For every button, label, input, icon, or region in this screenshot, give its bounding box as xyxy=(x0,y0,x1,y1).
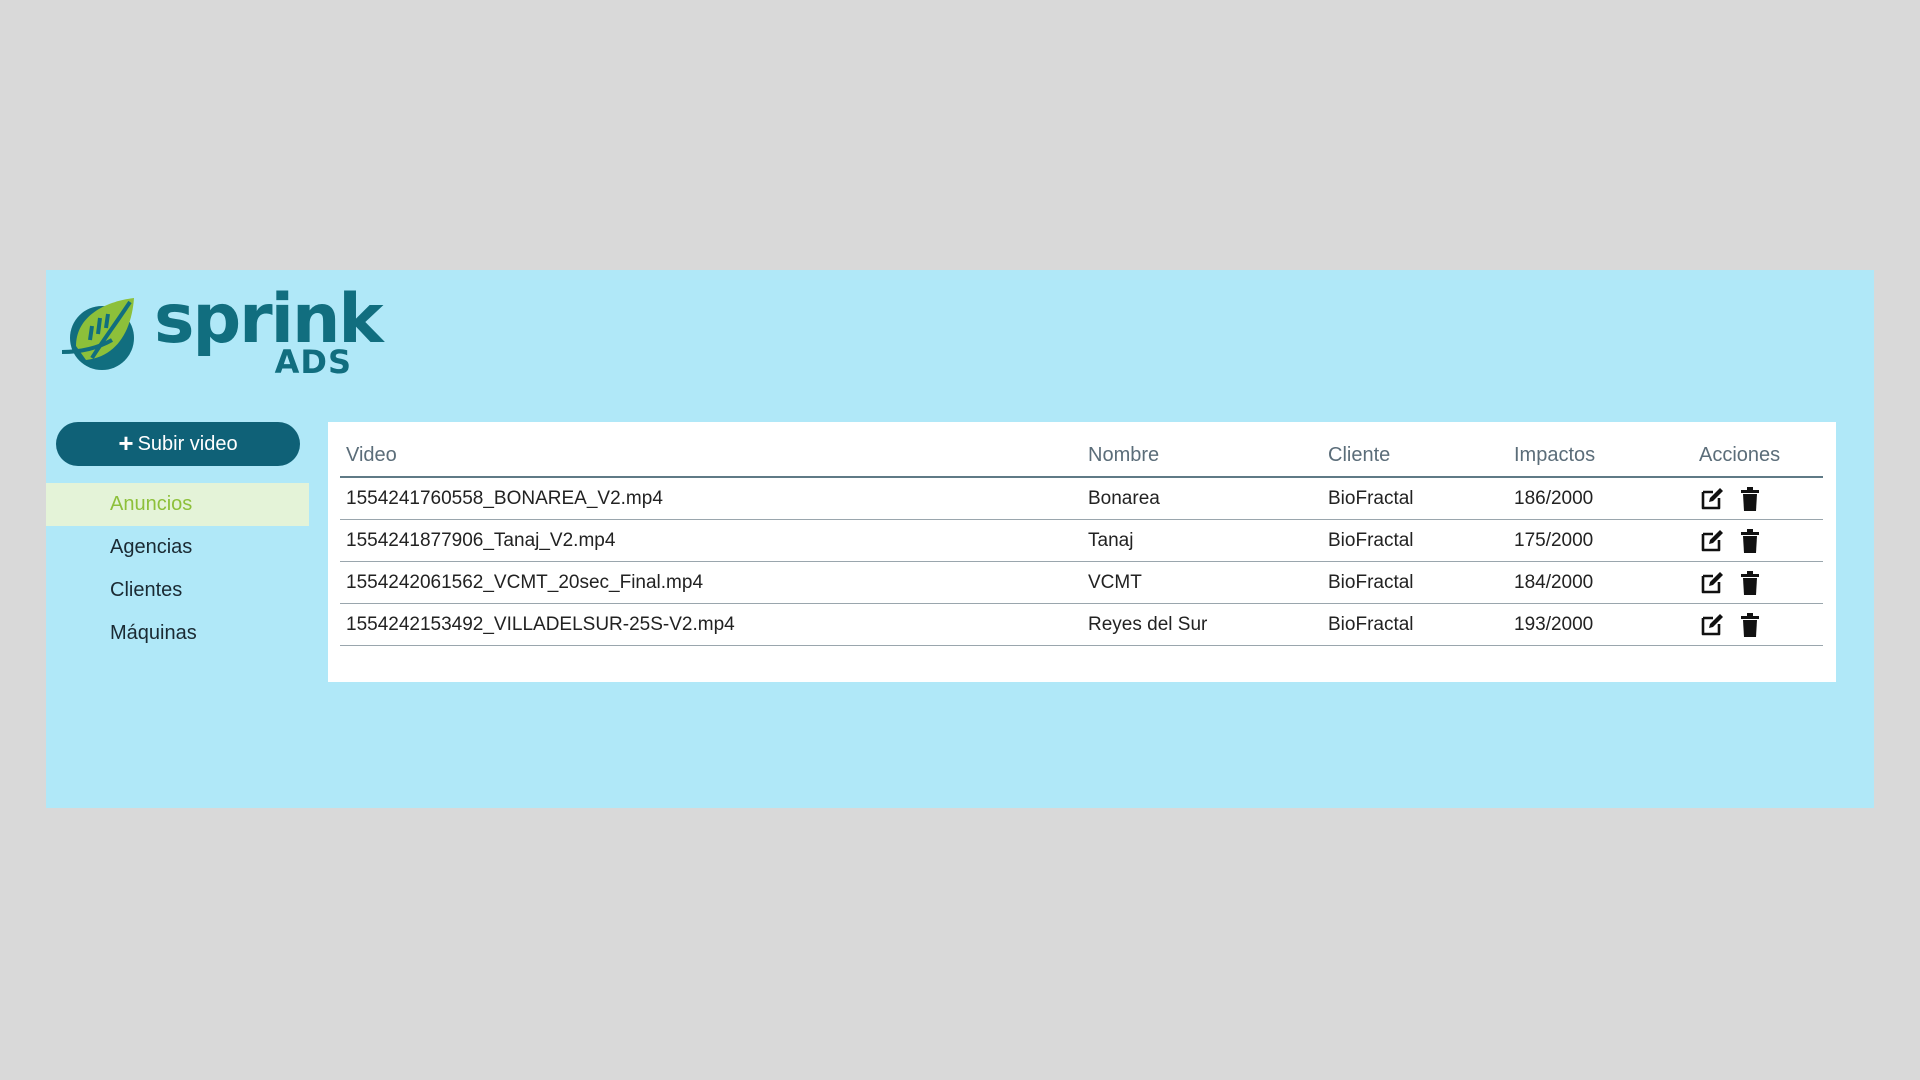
table-row: 1554242153492_VILLADELSUR-25S-V2.mp4 Rey… xyxy=(340,603,1823,646)
cell-nombre: Tanaj xyxy=(1082,519,1322,562)
edit-icon[interactable] xyxy=(1699,612,1725,638)
trash-icon[interactable] xyxy=(1737,612,1763,638)
cell-impactos: 193/2000 xyxy=(1508,603,1693,646)
cell-nombre: VCMT xyxy=(1082,561,1322,604)
ads-panel: Video Nombre Cliente Impactos Acciones 1… xyxy=(328,422,1836,682)
plus-icon: + xyxy=(118,428,134,458)
edit-icon[interactable] xyxy=(1699,570,1725,596)
cell-acciones xyxy=(1693,519,1823,562)
sidebar-item-maquinas[interactable]: Máquinas xyxy=(46,612,309,655)
column-header-cliente[interactable]: Cliente xyxy=(1322,434,1508,478)
edit-icon[interactable] xyxy=(1699,486,1725,512)
trash-icon[interactable] xyxy=(1737,570,1763,596)
cell-video: 1554242153492_VILLADELSUR-25S-V2.mp4 xyxy=(340,603,1082,646)
app-window: sprink ADS + Subir video Anuncios Agenci… xyxy=(46,270,1874,808)
cell-acciones xyxy=(1693,561,1823,604)
cell-cliente: BioFractal xyxy=(1322,519,1508,562)
cell-acciones xyxy=(1693,603,1823,646)
column-header-impactos[interactable]: Impactos xyxy=(1508,434,1693,478)
sidebar-item-label: Clientes xyxy=(110,579,183,601)
cell-impactos: 186/2000 xyxy=(1508,477,1693,520)
upload-video-label: Subir video xyxy=(137,432,238,455)
sidebar-item-clientes[interactable]: Clientes xyxy=(46,569,309,612)
cell-video: 1554242061562_VCMT_20sec_Final.mp4 xyxy=(340,561,1082,604)
sidebar-nav: Anuncios Agencias Clientes Máquinas xyxy=(46,483,309,655)
cell-cliente: BioFractal xyxy=(1322,603,1508,646)
ads-table: Video Nombre Cliente Impactos Acciones 1… xyxy=(340,434,1823,646)
cell-nombre: Reyes del Sur xyxy=(1082,603,1322,646)
cell-cliente: BioFractal xyxy=(1322,561,1508,604)
trash-icon[interactable] xyxy=(1737,528,1763,554)
table-row: 1554241760558_BONAREA_V2.mp4 Bonarea Bio… xyxy=(340,477,1823,520)
sidebar-item-label: Máquinas xyxy=(110,622,197,644)
cell-video: 1554241760558_BONAREA_V2.mp4 xyxy=(340,477,1082,520)
sidebar-item-anuncios[interactable]: Anuncios xyxy=(46,483,309,526)
cell-video: 1554241877906_Tanaj_V2.mp4 xyxy=(340,519,1082,562)
trash-icon[interactable] xyxy=(1737,486,1763,512)
sprink-ads-logo: sprink ADS xyxy=(62,282,384,392)
sidebar-item-label: Anuncios xyxy=(110,493,193,515)
column-header-video[interactable]: Video xyxy=(340,434,1082,478)
cell-impactos: 175/2000 xyxy=(1508,519,1693,562)
brand-sub: ADS xyxy=(274,343,352,381)
cell-cliente: BioFractal xyxy=(1322,477,1508,520)
table-row: 1554242061562_VCMT_20sec_Final.mp4 VCMT … xyxy=(340,561,1823,604)
sidebar-item-label: Agencias xyxy=(110,536,193,558)
column-header-acciones: Acciones xyxy=(1693,434,1823,478)
table-header-row: Video Nombre Cliente Impactos Acciones xyxy=(340,434,1823,478)
table-row: 1554241877906_Tanaj_V2.mp4 Tanaj BioFrac… xyxy=(340,519,1823,562)
cell-nombre: Bonarea xyxy=(1082,477,1322,520)
leaf-logo-icon xyxy=(62,298,134,370)
logo-wordmark: sprink ADS xyxy=(154,282,384,392)
column-header-nombre[interactable]: Nombre xyxy=(1082,434,1322,478)
edit-icon[interactable] xyxy=(1699,528,1725,554)
cell-impactos: 184/2000 xyxy=(1508,561,1693,604)
upload-video-button[interactable]: + Subir video xyxy=(56,422,300,466)
cell-acciones xyxy=(1693,477,1823,520)
sidebar-item-agencias[interactable]: Agencias xyxy=(46,526,309,569)
